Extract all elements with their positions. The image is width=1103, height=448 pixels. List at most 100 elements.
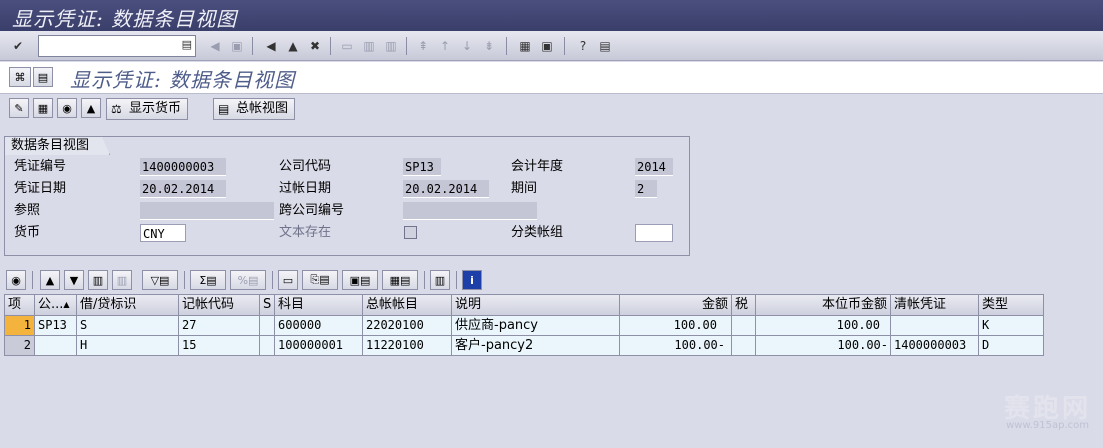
ledger-group-field[interactable] bbox=[635, 224, 673, 242]
currency-label: 货币 bbox=[14, 225, 41, 240]
sort-descending-icon[interactable]: ▼ bbox=[64, 270, 84, 290]
dropdown-icon[interactable]: ▤ bbox=[182, 38, 192, 51]
separator bbox=[424, 271, 425, 289]
table-cell[interactable]: S bbox=[77, 316, 179, 336]
new-session-icon[interactable]: ▦ bbox=[516, 37, 534, 55]
table-cell[interactable] bbox=[891, 316, 979, 336]
table-cell[interactable]: 客户-pancy2 bbox=[452, 336, 620, 356]
column-header[interactable]: 项 bbox=[4, 294, 35, 316]
company-code-field[interactable]: SP13 bbox=[403, 158, 441, 176]
display-currency-button[interactable]: ⚖ 显示货币 bbox=[106, 98, 189, 120]
table-cell[interactable]: SP13 bbox=[35, 316, 77, 336]
table-cell[interactable]: 100.00- bbox=[620, 336, 732, 356]
table-cell[interactable] bbox=[732, 316, 756, 336]
table-cell[interactable]: 100.00 bbox=[756, 316, 891, 336]
layout-icon[interactable]: ▣▤ bbox=[342, 270, 378, 290]
table-cell[interactable]: 100000001 bbox=[275, 336, 363, 356]
column-header[interactable]: 说明 bbox=[452, 294, 620, 316]
table-cell[interactable]: 600000 bbox=[275, 316, 363, 336]
column-header[interactable]: 本位币金额 bbox=[756, 294, 891, 316]
fiscal-year-field[interactable]: 2014 bbox=[635, 158, 673, 176]
cross-company-field[interactable] bbox=[403, 202, 537, 220]
column-header[interactable]: 总帐帐目 bbox=[363, 294, 452, 316]
change-display-icon[interactable]: ✎ bbox=[9, 98, 29, 118]
column-header[interactable]: 记帐代码 bbox=[179, 294, 260, 316]
cancel-icon[interactable]: ✖ bbox=[306, 37, 324, 55]
export-icon[interactable]: ⎘▤ bbox=[302, 270, 338, 290]
filter-icon[interactable]: ▽▤ bbox=[142, 270, 178, 290]
table-cell[interactable]: H bbox=[77, 336, 179, 356]
table-cell[interactable] bbox=[260, 336, 275, 356]
taxes-icon[interactable]: ▲ bbox=[81, 98, 101, 118]
period-field[interactable]: 2 bbox=[635, 180, 657, 198]
change-layout-icon[interactable]: ▦▤ bbox=[382, 270, 418, 290]
help-icon[interactable]: ? bbox=[574, 37, 592, 55]
previous-page-icon[interactable]: ↑ bbox=[436, 37, 454, 55]
window-title: 显示凭证: 数据条目视图 bbox=[0, 0, 1103, 31]
table-cell[interactable]: 供应商-pancy bbox=[452, 316, 620, 336]
table-cell[interactable] bbox=[732, 336, 756, 356]
back-icon[interactable]: ◀ bbox=[262, 37, 280, 55]
column-header[interactable]: 类型 bbox=[979, 294, 1044, 316]
print-preview-icon[interactable]: ▭ bbox=[278, 270, 298, 290]
details-icon[interactable]: ◉ bbox=[6, 270, 26, 290]
reference-field[interactable] bbox=[140, 202, 274, 220]
table-cell[interactable]: D bbox=[979, 336, 1044, 356]
row-number[interactable]: 1 bbox=[4, 316, 35, 336]
column-header[interactable]: 科目 bbox=[275, 294, 363, 316]
text-exists-label: 文本存在 bbox=[279, 225, 332, 240]
menu-icon[interactable]: ⌘ bbox=[9, 67, 31, 87]
gl-view-button[interactable]: ▤ 总帐视图 bbox=[213, 98, 296, 120]
row-number[interactable]: 2 bbox=[4, 336, 35, 356]
column-header[interactable]: 借/贷标识 bbox=[77, 294, 179, 316]
save-icon[interactable]: ▣ bbox=[228, 37, 246, 55]
text-exists-checkbox[interactable] bbox=[404, 226, 417, 239]
column-header[interactable]: 税 bbox=[732, 294, 756, 316]
table-cell[interactable]: 100.00- bbox=[756, 336, 891, 356]
column-header[interactable]: 金额 bbox=[620, 294, 732, 316]
sort-ascending-icon[interactable]: ▲ bbox=[40, 270, 60, 290]
expand-left-icon[interactable]: ◀ bbox=[206, 37, 224, 55]
info-icon[interactable]: i bbox=[462, 270, 482, 290]
table-cell[interactable]: 15 bbox=[179, 336, 260, 356]
table-cell[interactable]: 11220100 bbox=[363, 336, 452, 356]
document-header-icon[interactable]: ▦ bbox=[33, 98, 53, 118]
table-cell[interactable]: K bbox=[979, 316, 1044, 336]
column-header[interactable]: 清帐凭证 bbox=[891, 294, 979, 316]
graphic-icon[interactable]: ▥ bbox=[430, 270, 450, 290]
table-cell[interactable] bbox=[35, 336, 77, 356]
exit-icon[interactable]: ▲ bbox=[284, 37, 302, 55]
table-cell[interactable]: 1400000003 bbox=[891, 336, 979, 356]
shortcut-icon[interactable]: ▣ bbox=[538, 37, 556, 55]
find-icon[interactable]: ▥ bbox=[88, 270, 108, 290]
watermark-url: www.915ap.com bbox=[1006, 420, 1089, 431]
next-page-icon[interactable]: ↓ bbox=[458, 37, 476, 55]
subtotal-icon[interactable]: %▤ bbox=[230, 270, 266, 290]
command-field[interactable]: ▤ bbox=[38, 35, 196, 57]
ledger-icon: ▤ bbox=[218, 102, 230, 116]
currency-field[interactable]: CNY bbox=[140, 224, 186, 242]
first-page-icon[interactable]: ⇞ bbox=[414, 37, 432, 55]
enter-icon[interactable]: ✔ bbox=[9, 37, 27, 55]
print-icon[interactable]: ▭ bbox=[338, 37, 356, 55]
sort-ascending-marker-icon: ▲ bbox=[63, 300, 70, 309]
last-page-icon[interactable]: ⇟ bbox=[480, 37, 498, 55]
overview-icon[interactable]: ◉ bbox=[57, 98, 77, 118]
find-icon[interactable]: ▥ bbox=[360, 37, 378, 55]
layout-menu-icon[interactable]: ▤ bbox=[596, 37, 614, 55]
options-icon[interactable]: ▤ bbox=[33, 67, 53, 87]
ledger-group-label: 分类帐组 bbox=[511, 225, 564, 240]
table-cell[interactable] bbox=[260, 316, 275, 336]
find-next-icon[interactable]: ▥ bbox=[112, 270, 132, 290]
table-cell[interactable]: 22020100 bbox=[363, 316, 452, 336]
table-cell[interactable]: 27 bbox=[179, 316, 260, 336]
separator bbox=[406, 37, 407, 55]
doc-date-field[interactable]: 20.02.2014 bbox=[140, 180, 226, 198]
posting-date-field[interactable]: 20.02.2014 bbox=[403, 180, 489, 198]
table-cell[interactable]: 100.00 bbox=[620, 316, 732, 336]
find-next-icon[interactable]: ▥ bbox=[382, 37, 400, 55]
total-icon[interactable]: Σ▤ bbox=[190, 270, 226, 290]
doc-number-field[interactable]: 1400000003 bbox=[140, 158, 226, 176]
column-header[interactable]: S bbox=[260, 294, 275, 316]
column-header[interactable]: 公...▲ bbox=[35, 294, 77, 316]
